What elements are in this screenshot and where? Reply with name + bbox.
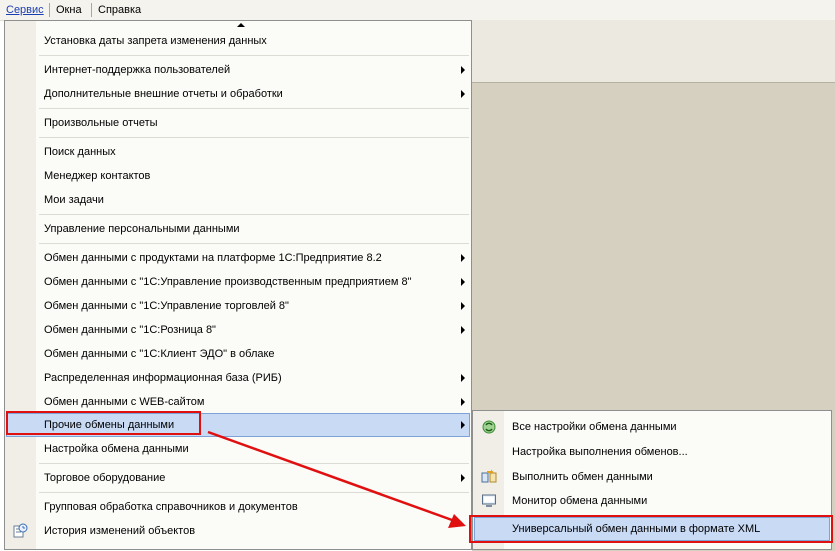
annotation-arrow: [207, 430, 466, 528]
